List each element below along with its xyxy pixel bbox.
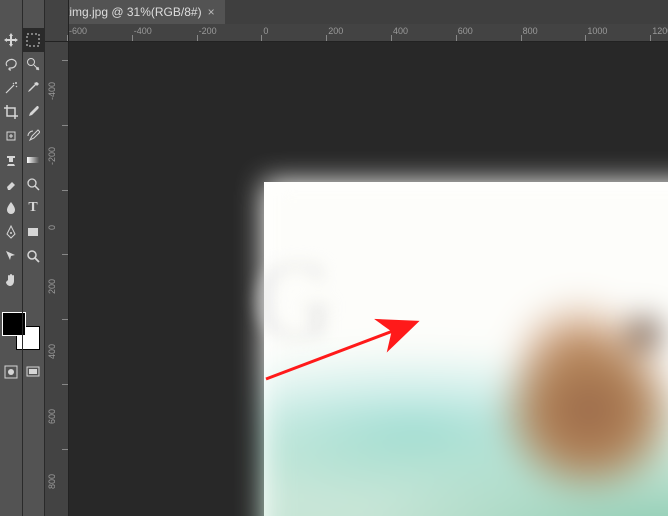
- path-select-icon[interactable]: [0, 244, 22, 268]
- hruler-label: 1200: [652, 26, 668, 36]
- vruler-label: 400: [47, 319, 67, 359]
- gradient-icon[interactable]: [22, 148, 44, 172]
- eyedropper-icon[interactable]: [22, 76, 44, 100]
- eraser-icon[interactable]: [0, 172, 22, 196]
- canvas-stage[interactable]: G: [69, 42, 668, 516]
- lasso-icon[interactable]: [0, 52, 22, 76]
- move-icon[interactable]: [0, 28, 22, 52]
- quick-mask-icon[interactable]: [0, 360, 22, 384]
- dodge-icon[interactable]: [22, 172, 44, 196]
- document-tab-label: timg.jpg @ 31%(RGB/8#): [66, 5, 202, 19]
- hruler-label: -600: [69, 26, 87, 36]
- type-icon[interactable]: T: [22, 196, 44, 220]
- vruler-label: 800: [47, 449, 67, 489]
- hruler-label: 800: [523, 26, 538, 36]
- healing-brush-icon[interactable]: [0, 124, 22, 148]
- hand-icon[interactable]: [0, 268, 22, 292]
- hruler-label: 0: [263, 26, 268, 36]
- document-tab[interactable]: timg.jpg @ 31%(RGB/8#) ×: [56, 0, 225, 24]
- watermark-text: G: [254, 237, 333, 364]
- hruler-label: -400: [134, 26, 152, 36]
- zoom-icon[interactable]: [22, 244, 44, 268]
- document-canvas[interactable]: G: [264, 182, 668, 516]
- vertical-ruler: -400 -200 0 200 400 600 800: [45, 50, 68, 516]
- hruler-label: 1000: [587, 26, 607, 36]
- vruler-label: 0: [47, 190, 67, 230]
- foreground-color-swatch[interactable]: [2, 312, 26, 336]
- hruler-label: 200: [328, 26, 343, 36]
- clone-stamp-icon[interactable]: [0, 148, 22, 172]
- vruler-label: 200: [47, 254, 67, 294]
- vruler-label: -200: [47, 125, 67, 165]
- history-brush-icon[interactable]: [22, 124, 44, 148]
- vruler-label: 600: [47, 384, 67, 424]
- document-tab-bar: timg.jpg @ 31%(RGB/8#) ×: [56, 0, 668, 24]
- marquee-icon[interactable]: [22, 28, 44, 52]
- brush-icon[interactable]: [22, 100, 44, 124]
- screen-mode-icon[interactable]: [22, 360, 44, 384]
- horizontal-ruler: -600 -400 -200 0 200 400 600 800 1000 1200: [69, 24, 668, 42]
- hruler-label: 400: [393, 26, 408, 36]
- ruler-corner: [45, 24, 69, 42]
- hruler-label: 600: [458, 26, 473, 36]
- tool-palette: T: [0, 0, 45, 516]
- vertical-ruler-column: -400 -200 0 200 400 600 800: [45, 0, 69, 516]
- color-swatches[interactable]: [2, 312, 40, 350]
- rectangle-icon[interactable]: [22, 220, 44, 244]
- quick-select-icon[interactable]: [22, 52, 44, 76]
- vruler-label: -400: [47, 60, 67, 100]
- close-icon[interactable]: ×: [208, 5, 215, 19]
- blur-icon[interactable]: [0, 196, 22, 220]
- crop-icon[interactable]: [0, 100, 22, 124]
- pen-icon[interactable]: [0, 220, 22, 244]
- hruler-label: -200: [199, 26, 217, 36]
- magic-wand-icon[interactable]: [0, 76, 22, 100]
